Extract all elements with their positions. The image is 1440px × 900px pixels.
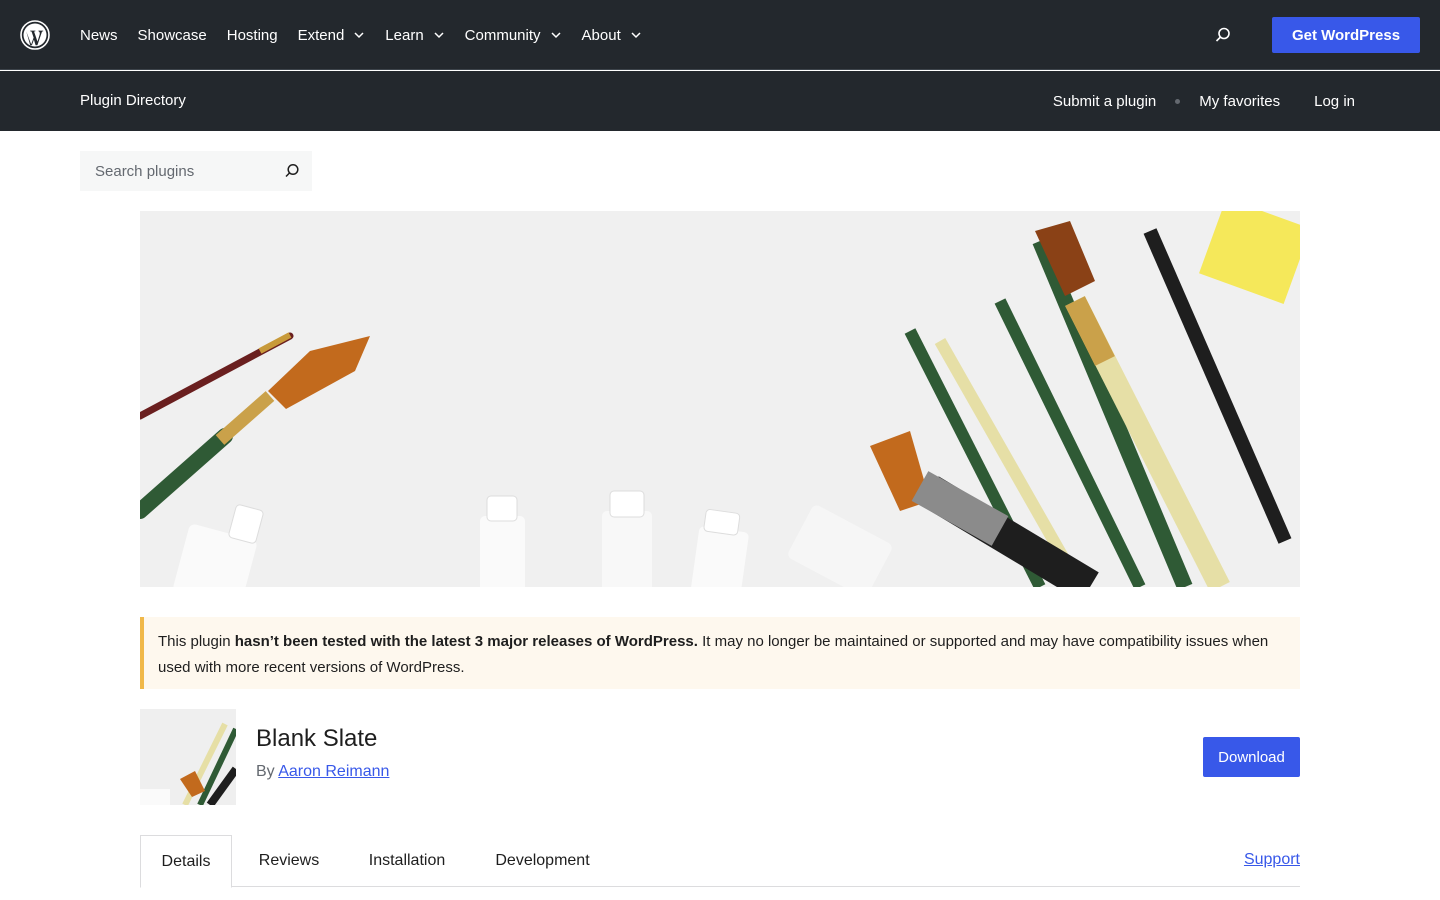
plugin-title: Blank Slate xyxy=(256,725,378,752)
wordpress-logo-icon[interactable] xyxy=(20,20,50,50)
by-label: By xyxy=(256,763,275,780)
nav-item-hosting[interactable]: Hosting xyxy=(227,27,278,44)
support-link[interactable]: Support xyxy=(1244,851,1300,869)
login-link[interactable]: Log in xyxy=(1314,93,1355,110)
nav-item-extend[interactable]: Extend xyxy=(298,27,366,44)
tab-installation[interactable]: Installation xyxy=(352,835,462,887)
get-wordpress-button[interactable]: Get WordPress xyxy=(1272,17,1420,53)
tab-development[interactable]: Development xyxy=(480,835,605,887)
plugin-tabs: Details Reviews Installation Development… xyxy=(140,835,1300,888)
search-icon[interactable] xyxy=(283,162,301,180)
search-icon[interactable] xyxy=(1213,25,1233,45)
global-header: News Showcase Hosting Extend Learn Commu… xyxy=(0,0,1440,70)
nav-item-community[interactable]: Community xyxy=(465,27,562,44)
chevron-down-icon xyxy=(551,32,561,39)
nav-label: About xyxy=(581,26,621,44)
local-nav: Plugin Directory Submit a plugin My favo… xyxy=(0,71,1440,131)
nav-item-showcase[interactable]: Showcase xyxy=(138,27,207,44)
download-button[interactable]: Download xyxy=(1203,737,1300,777)
submit-plugin-link[interactable]: Submit a plugin xyxy=(1053,93,1156,110)
separator-dot xyxy=(1175,98,1181,104)
nav-label: Learn xyxy=(385,26,424,44)
local-nav-links: Submit a plugin My favorites Log in xyxy=(1053,71,1355,131)
main-nav: News Showcase Hosting Extend Learn Commu… xyxy=(80,0,662,70)
nav-label: Hosting xyxy=(226,26,278,44)
nav-label: Community xyxy=(464,26,541,44)
chevron-down-icon xyxy=(434,32,444,39)
my-favorites-link[interactable]: My favorites xyxy=(1199,93,1280,110)
nav-item-news[interactable]: News xyxy=(80,27,118,44)
nav-label: News xyxy=(80,26,118,44)
author-link[interactable]: Aaron Reimann xyxy=(278,763,389,780)
tab-reviews[interactable]: Reviews xyxy=(242,835,336,887)
notice-bold: hasn’t been tested with the latest 3 maj… xyxy=(234,633,698,650)
plugin-icon-image xyxy=(140,709,236,805)
plugin-author: By Aaron Reimann xyxy=(256,763,389,781)
plugin-search xyxy=(80,151,312,191)
nav-label: Extend xyxy=(297,26,345,44)
plugin-icon xyxy=(140,709,236,805)
notice-prefix: This plugin xyxy=(158,633,235,650)
chevron-down-icon xyxy=(631,32,641,39)
search-input[interactable] xyxy=(80,151,270,191)
nav-label: Showcase xyxy=(137,26,207,44)
paint-brushes-illustration xyxy=(140,211,1300,587)
nav-item-learn[interactable]: Learn xyxy=(385,27,444,44)
plugin-banner-image xyxy=(140,211,1300,587)
tab-details[interactable]: Details xyxy=(140,835,232,888)
compatibility-notice: This plugin hasn’t been tested with the … xyxy=(140,617,1300,689)
plugin-directory-link[interactable]: Plugin Directory xyxy=(80,92,186,109)
chevron-down-icon xyxy=(354,32,364,39)
nav-item-about[interactable]: About xyxy=(582,27,642,44)
